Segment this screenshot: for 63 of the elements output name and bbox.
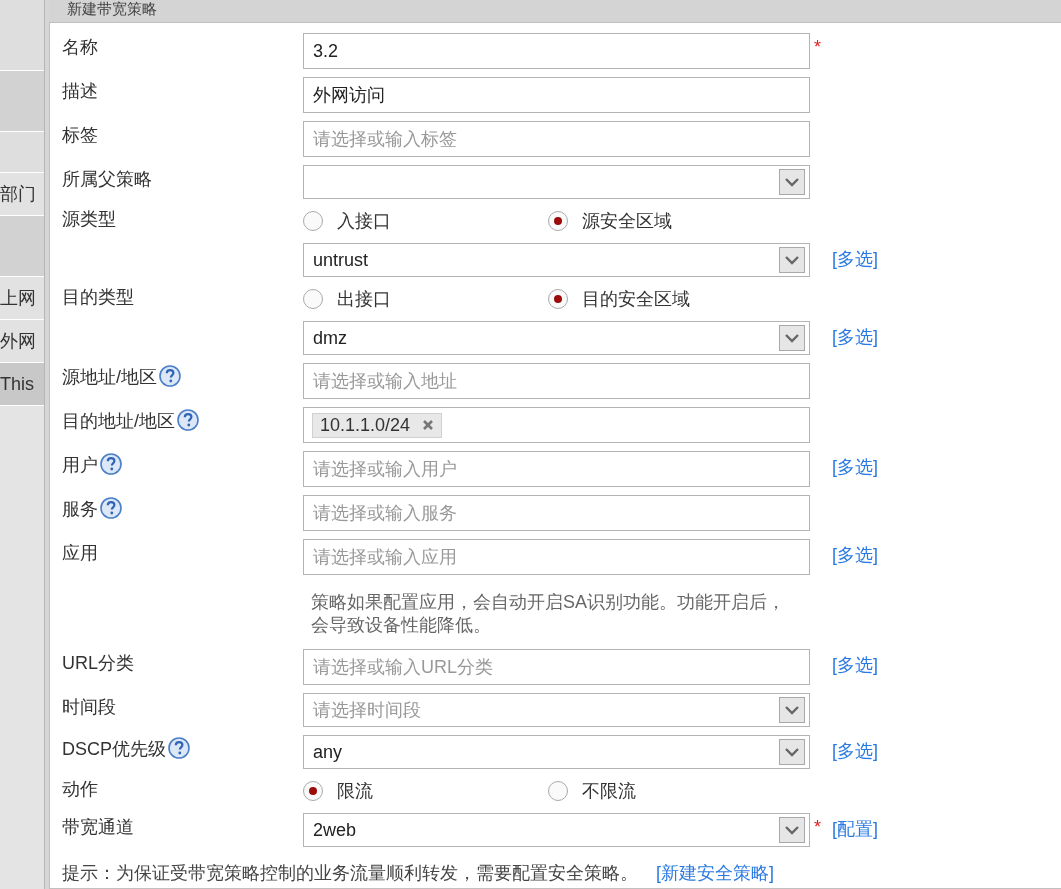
dropdown-icon[interactable] bbox=[779, 169, 805, 195]
field-label: 源类型 bbox=[62, 208, 116, 231]
dropdown-icon[interactable] bbox=[779, 325, 805, 351]
field-label: 动作 bbox=[62, 778, 98, 801]
multi-select-link[interactable]: [多选] bbox=[832, 249, 878, 269]
select-field[interactable]: 2web bbox=[303, 813, 810, 847]
text-field[interactable]: 外网访问 bbox=[303, 77, 810, 113]
help-icon[interactable] bbox=[177, 409, 199, 431]
tag-field[interactable]: 10.1.1.0/24 bbox=[303, 407, 810, 443]
radio-option[interactable]: 不限流 bbox=[548, 779, 793, 803]
field-label: URL分类 bbox=[62, 652, 134, 675]
help-icon[interactable] bbox=[100, 497, 122, 519]
text-field[interactable]: 请选择或输入应用 bbox=[303, 539, 810, 575]
new-policy-link[interactable]: [新建安全策略] bbox=[656, 861, 774, 885]
field-label: 用户 bbox=[62, 454, 98, 477]
radio-option[interactable]: 限流 bbox=[303, 779, 548, 803]
required-mark: * bbox=[814, 37, 821, 57]
multi-select-link[interactable]: [多选] bbox=[832, 327, 878, 347]
multi-select-link[interactable]: [配置] bbox=[832, 819, 878, 839]
help-icon[interactable] bbox=[159, 365, 181, 387]
remove-icon[interactable] bbox=[422, 419, 435, 431]
text-field[interactable]: 请选择或输入URL分类 bbox=[303, 649, 810, 685]
address-tag: 10.1.1.0/24 bbox=[312, 412, 443, 438]
field-label: DSCP优先级 bbox=[62, 738, 166, 761]
field-label: 目的地址/地区 bbox=[62, 410, 175, 433]
select-field[interactable]: dmz bbox=[303, 321, 810, 355]
text-field[interactable]: 请选择或输入地址 bbox=[303, 363, 810, 399]
field-label: 应用 bbox=[62, 542, 98, 565]
select-field[interactable] bbox=[303, 165, 810, 199]
text-field[interactable]: 请选择或输入标签 bbox=[303, 121, 810, 157]
select-field[interactable]: any bbox=[303, 735, 810, 769]
dropdown-icon[interactable] bbox=[779, 817, 805, 843]
text-field[interactable]: 请选择或输入用户 bbox=[303, 451, 810, 487]
dropdown-icon[interactable] bbox=[779, 697, 805, 723]
field-label: 服务 bbox=[62, 498, 98, 521]
tip-text: 提示：为保证受带宽策略控制的业务流量顺利转发，需要配置安全策略。 bbox=[62, 862, 638, 885]
field-label: 源地址/地区 bbox=[62, 366, 157, 389]
radio-option[interactable]: 源安全区域 bbox=[548, 209, 793, 233]
radio-option[interactable]: 出接口 bbox=[303, 287, 548, 311]
radio-option[interactable]: 入接口 bbox=[303, 209, 548, 233]
help-icon[interactable] bbox=[100, 453, 122, 475]
field-label: 名称 bbox=[62, 36, 98, 59]
multi-select-link[interactable]: [多选] bbox=[832, 457, 878, 477]
dropdown-icon[interactable] bbox=[779, 247, 805, 273]
dropdown-icon[interactable] bbox=[779, 739, 805, 765]
field-label: 描述 bbox=[62, 80, 98, 103]
field-label: 标签 bbox=[62, 124, 98, 147]
multi-select-link[interactable]: [多选] bbox=[832, 655, 878, 675]
help-icon[interactable] bbox=[168, 737, 190, 759]
field-label: 带宽通道 bbox=[62, 816, 134, 839]
sidebar-item[interactable]: This bbox=[0, 363, 44, 406]
required-mark: * bbox=[814, 817, 821, 837]
multi-select-link[interactable]: [多选] bbox=[832, 741, 878, 761]
select-field[interactable]: untrust bbox=[303, 243, 810, 277]
field-label: 目的类型 bbox=[62, 286, 134, 309]
text-field[interactable]: 请选择或输入服务 bbox=[303, 495, 810, 531]
multi-select-link[interactable]: [多选] bbox=[832, 545, 878, 565]
dialog-title: 新建带宽策略 bbox=[67, 0, 157, 17]
hint-text: 策略如果配置应用，会自动开启SA识别功能。功能开启后，会导致设备性能降低。 bbox=[310, 591, 786, 637]
field-label: 时间段 bbox=[62, 696, 116, 719]
radio-option[interactable]: 目的安全区域 bbox=[548, 287, 793, 311]
field-label: 所属父策略 bbox=[62, 168, 152, 191]
text-field[interactable]: 3.2 bbox=[303, 33, 810, 69]
